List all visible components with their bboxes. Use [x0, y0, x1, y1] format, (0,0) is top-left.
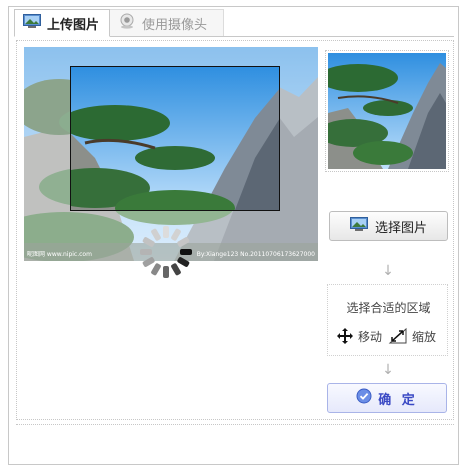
move-icon	[337, 328, 353, 344]
select-image-button[interactable]: 选择图片	[329, 211, 448, 241]
instruction-title: 选择合适的区域	[346, 301, 431, 315]
tab-webcam-label: 使用摄像头	[142, 17, 208, 33]
crop-preview	[325, 50, 449, 172]
confirm-label: 确 定	[378, 392, 418, 408]
zoom-hint: 缩放	[388, 327, 436, 345]
crop-clear-region	[71, 67, 279, 210]
check-circle-icon	[356, 388, 372, 408]
tab-upload-picture[interactable]: 上传图片	[14, 9, 110, 37]
webcam-icon	[118, 13, 136, 33]
crop-selection-box[interactable]	[70, 66, 280, 211]
tab-upload-label: 上传图片	[47, 17, 100, 33]
instruction-box: 选择合适的区域 移动 缩放	[327, 284, 448, 356]
arrow-down-icon: ↓	[382, 362, 394, 378]
image-file-icon	[349, 217, 368, 235]
resize-icon	[388, 327, 407, 344]
photo-credit-left: 昵图网 www.nipic.com	[27, 251, 92, 258]
footer-divider	[16, 424, 454, 425]
zoom-label: 缩放	[412, 329, 437, 344]
move-hint: 移动	[336, 327, 382, 345]
loading-spinner-icon	[136, 222, 196, 282]
select-image-label: 选择图片	[374, 220, 427, 236]
preview-image	[328, 53, 446, 169]
confirm-button[interactable]: 确 定	[327, 383, 447, 413]
arrow-down-icon: ↓	[382, 263, 394, 279]
photo-credit-right: By:Xiange123 No.20110706173627000	[196, 251, 315, 258]
tab-use-webcam[interactable]: 使用摄像头	[110, 9, 224, 37]
picture-icon	[23, 14, 41, 32]
tab-bar: 上传图片 使用摄像头	[14, 9, 454, 37]
move-label: 移动	[358, 329, 383, 344]
